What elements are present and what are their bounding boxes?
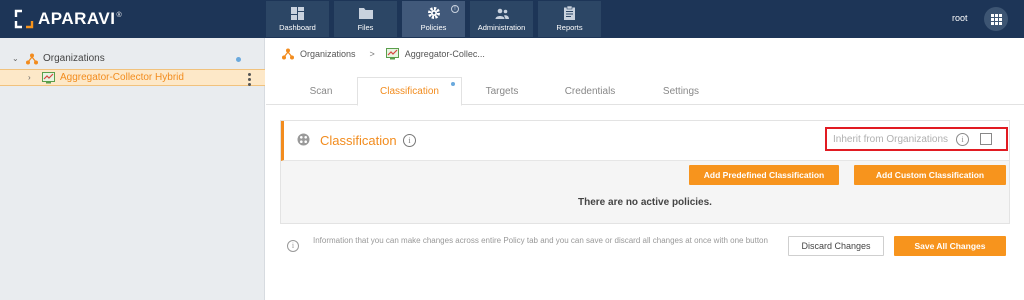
users-icon [495, 6, 509, 20]
breadcrumb-aggregator-collector[interactable]: Aggregator-Collec... [405, 49, 485, 59]
top-bar: APARAVI ® Dashboard Files Policies ! Adm… [0, 0, 1024, 38]
nav-files[interactable]: Files [334, 1, 397, 37]
chevron-right-icon[interactable]: › [28, 73, 38, 82]
status-dot [236, 57, 241, 62]
sidebar-tree: ⌄ Organizations › Aggregator-Collector H… [0, 38, 265, 300]
dashboard-icon [291, 6, 304, 20]
aparavi-logo[interactable]: APARAVI ® [14, 8, 122, 30]
tree-node-aggregator-collector[interactable]: › Aggregator-Collector Hybrid [0, 69, 265, 86]
inherit-checkbox[interactable] [980, 133, 993, 145]
tree-label-aggregator-collector: Aggregator-Collector Hybrid [60, 72, 184, 83]
tab-classification-label: Classification [380, 86, 439, 97]
info-icon: i [287, 240, 299, 252]
nav-administration[interactable]: Administration [470, 1, 533, 37]
breadcrumb: Organizations > Aggregator-Collec... [282, 46, 485, 62]
organization-icon [26, 53, 38, 65]
info-icon[interactable]: i [403, 134, 416, 147]
gear-icon [427, 6, 441, 20]
info-icon[interactable]: i [956, 132, 970, 146]
policy-tabs: Scan Classification Targets Credentials … [266, 77, 1024, 106]
nav-files-label: Files [357, 23, 374, 32]
logo-text: APARAVI [38, 9, 116, 28]
aggregator-icon [385, 48, 399, 60]
main-nav: Dashboard Files Policies ! Administratio… [266, 1, 606, 37]
tab-credentials[interactable]: Credentials [550, 77, 630, 105]
logo-registered-mark: ® [116, 11, 122, 19]
classification-title: Classification [320, 133, 397, 148]
nav-reports[interactable]: Reports [538, 1, 601, 37]
user-name[interactable]: root [952, 13, 968, 23]
add-predefined-classification-button[interactable]: Add Predefined Classification [689, 165, 839, 185]
classification-icon [297, 133, 310, 151]
organization-icon [282, 48, 294, 60]
tab-settings[interactable]: Settings [646, 77, 716, 105]
nav-administration-label: Administration [477, 23, 526, 32]
chevron-down-icon[interactable]: ⌄ [12, 54, 22, 63]
tree-node-organizations[interactable]: ⌄ Organizations [0, 50, 265, 67]
inherit-from-organizations: Inherit from Organizations i [825, 127, 1008, 151]
tab-scan[interactable]: Scan [286, 77, 356, 105]
add-custom-classification-button[interactable]: Add Custom Classification [854, 165, 1006, 185]
logo-mark-icon [14, 9, 34, 29]
nav-policies[interactable]: Policies ! [402, 1, 465, 37]
tab-targets[interactable]: Targets [466, 77, 538, 105]
nav-dashboard[interactable]: Dashboard [266, 1, 329, 37]
nav-policies-label: Policies [420, 23, 447, 32]
breadcrumb-organizations[interactable]: Organizations [300, 49, 356, 59]
inherit-label: Inherit from Organizations [833, 133, 949, 145]
aggregator-icon [42, 71, 55, 84]
tree-label-organizations: Organizations [43, 53, 105, 64]
classification-panel-header: Classification i Inherit from Organizati… [281, 121, 1009, 161]
classification-panel: Classification i Inherit from Organizati… [280, 120, 1010, 224]
footer-info-text: Information that you can make changes ac… [313, 236, 768, 245]
grid-icon[interactable] [984, 7, 1008, 31]
breadcrumb-separator: > [369, 49, 375, 59]
status-dot [451, 82, 455, 86]
folder-icon [358, 6, 373, 20]
clipboard-icon [564, 6, 575, 20]
discard-changes-button[interactable]: Discard Changes [788, 236, 884, 256]
tab-classification[interactable]: Classification [357, 77, 462, 106]
nav-dashboard-label: Dashboard [279, 23, 316, 32]
nav-reports-label: Reports [556, 23, 583, 32]
policies-alert-badge: ! [451, 5, 459, 13]
more-options-icon[interactable] [248, 73, 251, 86]
save-all-changes-button[interactable]: Save All Changes [894, 236, 1006, 256]
empty-policies-message: There are no active policies. [578, 197, 712, 208]
